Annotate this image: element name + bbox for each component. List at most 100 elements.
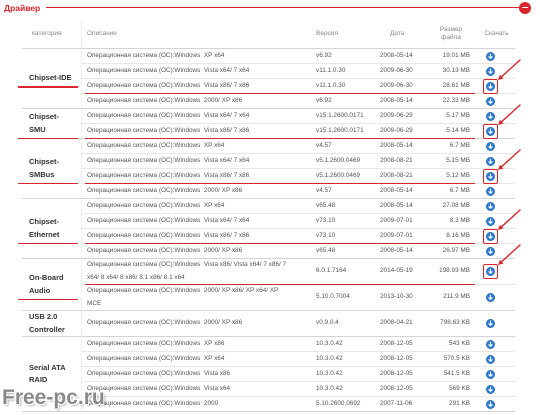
row-version: 10.3.0.42 xyxy=(316,354,343,362)
section-title: Драйвер xyxy=(4,3,41,13)
table-row: Операционная система (ОС):Windows Vista … xyxy=(82,367,515,382)
row-version: v11.1.0.30 xyxy=(316,66,346,74)
table-row: Операционная система (ОС):Windows 2000/ … xyxy=(82,285,515,311)
download-link[interactable] xyxy=(486,293,495,302)
driver-rows: Операционная система (ОС):Windows XP x64… xyxy=(82,49,521,109)
row-size: 211.9 MB xyxy=(443,293,470,301)
download-link[interactable] xyxy=(486,319,495,328)
table-body: Chipset-IDE Операционная система (ОС):Win… xyxy=(18,49,521,412)
column-header-category: категория xyxy=(32,30,62,37)
row-version: v5.1.2600.0469 xyxy=(316,156,361,164)
row-size: 30.13 MB xyxy=(442,66,470,74)
download-icon[interactable] xyxy=(486,186,495,196)
table-row: Операционная система (ОС):Windows Vista … xyxy=(82,64,515,79)
download-link[interactable] xyxy=(486,369,495,379)
row-date: 2009-07-01 xyxy=(380,216,413,224)
driver-group: Chipset-Ethernet Операционная система (ОС… xyxy=(18,199,521,259)
table-row: Операционная система (ОС):Windows Vista … xyxy=(82,148,521,184)
row-version: v4.57 xyxy=(316,186,332,194)
section-header: Драйвер xyxy=(0,0,540,16)
table-row: Операционная система (ОС):Windows Vista … xyxy=(82,154,515,169)
row-date: 2009-06-30 xyxy=(380,66,413,74)
column-header-download: Скачать xyxy=(484,30,509,37)
row-date: 2013-10-30 xyxy=(380,293,413,301)
download-link[interactable] xyxy=(483,103,521,139)
download-icon[interactable] xyxy=(486,293,495,302)
column-header-date: Дата xyxy=(390,30,405,37)
download-icon[interactable] xyxy=(486,369,495,379)
category-text: Chipset-SMU xyxy=(29,112,59,134)
category-cell: Chipset-SMU xyxy=(18,109,82,139)
row-version: v73.10 xyxy=(316,216,336,224)
download-link[interactable] xyxy=(486,399,495,409)
row-date: 2009-06-29 xyxy=(380,111,413,119)
annotation-arrow xyxy=(498,58,521,80)
row-version: v65.48 xyxy=(316,246,336,254)
download-icon[interactable] xyxy=(486,399,495,409)
driver-rows: Операционная система (ОС):Windows XP x86… xyxy=(82,337,515,412)
table-row: Операционная система (ОС):Windows 2000/ … xyxy=(82,244,515,259)
download-link[interactable] xyxy=(486,384,495,394)
row-date: 2008-05-14 xyxy=(380,186,413,194)
table-row: Операционная система (ОС):Windows XP x64… xyxy=(82,139,515,154)
row-date: 2008-08-21 xyxy=(380,156,413,164)
annotation-underline xyxy=(18,298,78,300)
download-cell xyxy=(478,208,521,244)
download-link[interactable] xyxy=(486,354,495,364)
row-description: Операционная система (ОС):Windows Vista … xyxy=(87,66,250,74)
annotation-arrow xyxy=(498,103,521,125)
download-link[interactable] xyxy=(483,208,521,244)
row-description: Операционная система (ОС):Windows Vista … xyxy=(87,216,250,224)
row-size: 198.93 MB xyxy=(439,267,470,275)
row-version: 5.10.2600.0692 xyxy=(316,399,361,407)
row-size: 291 KB xyxy=(449,399,470,407)
download-link[interactable] xyxy=(486,186,495,196)
row-date: 2008-05-14 xyxy=(380,246,413,254)
row-date: 2009-07-01 xyxy=(380,231,413,239)
watermark: Free-pc.ru xyxy=(2,386,105,409)
table-row: Операционная система (ОС):Windows XP x64… xyxy=(82,199,515,214)
driver-group: On-Board Audio Операционная система (ОС):… xyxy=(18,244,521,311)
driver-group: Chipset-SMBus Операционная система (ОС):W… xyxy=(18,139,521,199)
table-row: Операционная система (ОС):Windows Vista … xyxy=(82,58,521,94)
row-version: v73.10 xyxy=(316,231,336,239)
download-icon[interactable] xyxy=(486,354,495,364)
row-version: v15.1.2600.0171 xyxy=(316,126,364,134)
collapse-button[interactable] xyxy=(519,1,531,14)
row-size: 6.7 MB xyxy=(449,186,470,194)
row-size: 5.14 MB xyxy=(446,126,470,134)
row-date: 2008-12-05 xyxy=(380,369,413,377)
annotation-underline xyxy=(18,137,78,139)
row-description: Операционная система (ОС):Windows Vista … xyxy=(87,156,250,164)
category-text: Chipset-SMBus xyxy=(29,157,59,179)
table-row: Операционная система (ОС):Windows XP x64… xyxy=(82,352,515,367)
row-version: v6.92 xyxy=(316,51,332,59)
download-link[interactable] xyxy=(483,148,521,184)
row-date: 2009-06-30 xyxy=(380,81,413,89)
table-row: Операционная система (ОС):Windows Vista … xyxy=(82,382,515,397)
table-header: категория Описание Версия Дата Размер фа… xyxy=(22,20,515,49)
row-date: 2008-12-05 xyxy=(380,354,413,362)
download-link[interactable] xyxy=(486,339,495,349)
category-label: Chipset-SMU xyxy=(18,111,78,139)
row-description: Операционная система (ОС):Windows 2000/ … xyxy=(87,186,243,194)
row-description: Операционная система (ОС):Windows XP x86 xyxy=(87,339,225,347)
download-icon[interactable] xyxy=(486,319,495,328)
category-label: USB 2.0 Controller xyxy=(29,311,74,336)
row-description: Операционная система (ОС):Windows 2000 xyxy=(87,399,219,407)
download-icon[interactable] xyxy=(486,339,495,349)
row-description: Операционная система (ОС):Windows 2000/ … xyxy=(87,287,280,307)
driver-rows: Операционная система (ОС):Windows Vista … xyxy=(82,103,521,139)
row-date: 2008-04-21 xyxy=(380,319,413,327)
row-description: Операционная система (ОС):Windows XP x64 xyxy=(87,141,225,149)
download-link[interactable] xyxy=(483,58,521,94)
download-link[interactable] xyxy=(483,244,521,279)
download-icon[interactable] xyxy=(486,384,495,394)
category-cell: USB 2.0 Controller xyxy=(22,311,82,337)
row-description: Операционная система (ОС):Windows Vista … xyxy=(87,111,250,119)
row-size: 798.63 KB xyxy=(440,319,470,327)
driver-rows: Операционная система (ОС):Windows Vista … xyxy=(82,244,521,311)
download-cell xyxy=(478,354,515,364)
download-cell xyxy=(478,339,515,349)
row-size: 5.12 MB xyxy=(446,171,470,179)
